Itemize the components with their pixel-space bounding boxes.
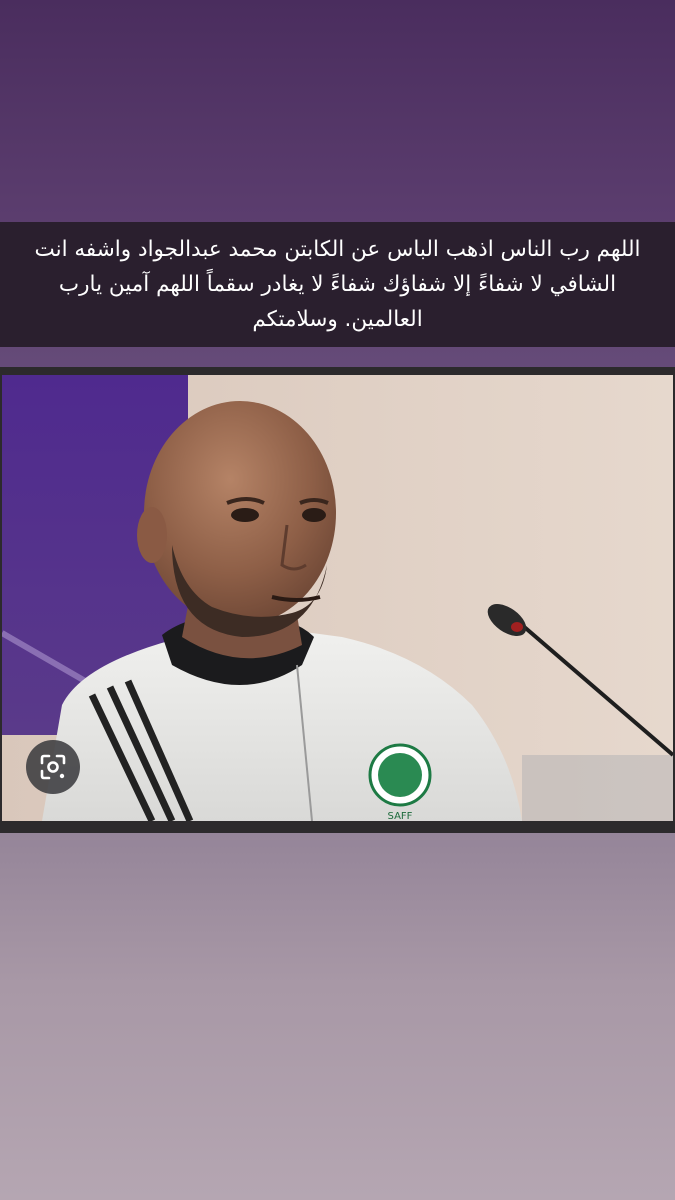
visual-search-button[interactable] bbox=[26, 740, 80, 794]
caption-line-2: الشافي لا شفاءً إلا شفاؤك شفاءً لا يغادر… bbox=[58, 272, 617, 297]
coach-photo[interactable]: SAFF bbox=[2, 375, 673, 821]
coach-photo-illustration: SAFF bbox=[2, 375, 673, 821]
photo-frame: SAFF bbox=[0, 367, 675, 833]
visual-search-icon bbox=[40, 754, 66, 780]
caption-line-1: اللهم رب الناس اذهب الباس عن الكابتن محم… bbox=[34, 237, 641, 262]
caption-text: اللهم رب الناس اذهب الباس عن الكابتن محم… bbox=[34, 232, 640, 337]
caption-box: اللهم رب الناس اذهب الباس عن الكابتن محم… bbox=[0, 222, 675, 347]
badge-text: SAFF bbox=[388, 811, 413, 821]
caption-line-3: العالمين. وسلامتكم bbox=[252, 307, 423, 332]
